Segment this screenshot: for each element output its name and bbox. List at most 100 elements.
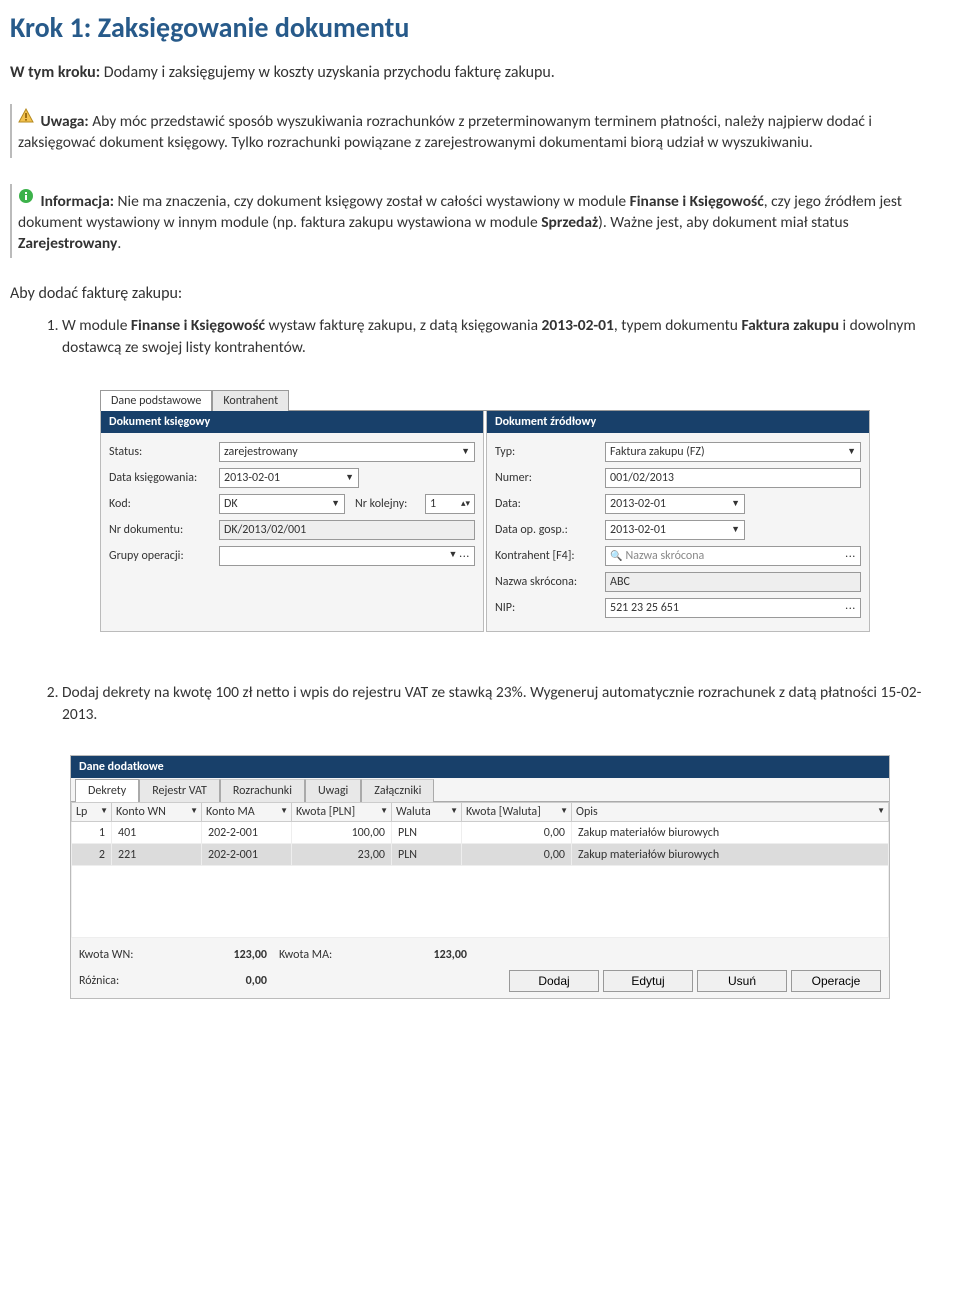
page-title: Krok 1: Zaksięgowanie dokumentu [10,10,940,45]
cell-kwota-waluta: 0,00 [462,822,572,844]
nip-label: NIP: [495,601,605,615]
panel-head-left: Dokument księgowy [101,411,483,433]
roznica-label: Różnica: [79,974,169,988]
nip-field[interactable]: 521 23 25 651··· [605,598,861,618]
numer-value: 001/02/2013 [610,471,674,485]
info-text4: . [117,234,121,253]
cell-ma: 202-2-001 [202,822,292,844]
step-2: Dodaj dekrety na kwotę 100 zł netto i wp… [62,682,940,725]
col-lp[interactable]: Lp▼ [72,803,112,822]
typ-dropdown[interactable]: Faktura zakupu (FZ) ▼ [605,442,861,462]
chevron-down-icon: ▼ [560,806,568,816]
table-row[interactable]: 1 401 202-2-001 100,00 PLN 0,00 Zakup ma… [72,822,889,844]
tab-uwagi[interactable]: Uwagi [305,779,361,802]
usun-button[interactable]: Usuń [697,970,787,992]
chevron-down-icon: ▼ [450,806,458,816]
kontrahent-lookup[interactable]: 🔍Nazwa skrócona ··· [605,546,861,566]
nr-kolejny-stepper[interactable]: 1▴▾ [425,494,475,514]
chevron-down-icon: ▼ [731,524,740,535]
data-op-gosp-picker[interactable]: 2013-02-01 ▼ [605,520,745,540]
info-text1: Nie ma znaczenia, czy dokument księgowy … [114,192,630,211]
search-icon: 🔍 [610,549,622,562]
nazwa-skrocona-field: ABC [605,572,861,592]
step1-b2: 2013-02-01 [542,316,614,335]
grid-title: Dane dodatkowe [71,756,889,778]
data-op-gosp-label: Data op. gosp.: [495,523,605,537]
tab-rejestr-vat[interactable]: Rejestr VAT [139,779,220,802]
info-label: Informacja: [41,192,115,211]
subhead: Aby dodać fakturę zakupu: [10,284,940,303]
cell-kwota: 23,00 [292,844,392,866]
col-waluta[interactable]: Waluta▼ [392,803,462,822]
chevron-down-icon: ▼ [877,806,885,816]
status-dropdown[interactable]: zarejestrowany▼ [219,442,475,462]
typ-value: Faktura zakupu (FZ) [610,445,705,459]
col-kwota-waluta[interactable]: Kwota [Waluta]▼ [462,803,572,822]
edytuj-button[interactable]: Edytuj [603,970,693,992]
col-konto-wn[interactable]: Konto WN▼ [112,803,202,822]
data-picker[interactable]: 2013-02-01▼ [605,494,745,514]
nr-kolejny-label: Nr kolejny: [345,497,425,511]
cell-waluta: PLN [392,822,462,844]
kod-dropdown[interactable]: DK▼ [219,494,345,514]
operacje-button[interactable]: Operacje [791,970,881,992]
col-konto-ma[interactable]: Konto MA▼ [202,803,292,822]
step1-b3: Faktura zakupu [741,316,839,335]
nr-kolejny-value: 1 [430,497,436,511]
data-ksiegowania-label: Data księgowania: [109,471,219,485]
tab-kontrahent[interactable]: Kontrahent [212,390,289,411]
info-icon [18,188,34,211]
cell-kwota: 100,00 [292,822,392,844]
col-kwota-pln[interactable]: Kwota [PLN]▼ [292,803,392,822]
numer-label: Numer: [495,471,605,485]
nr-dokumentu-label: Nr dokumentu: [109,523,219,537]
grupy-operacji-picker[interactable]: ▼··· [219,546,475,566]
cell-waluta: PLN [392,844,462,866]
cell-ma: 202-2-001 [202,844,292,866]
roznica-value: 0,00 [169,974,279,988]
typ-label: Typ: [495,445,605,459]
dodaj-button[interactable]: Dodaj [509,970,599,992]
kwota-wn-value: 123,00 [169,948,279,962]
info-b3: Zarejestrowany [18,234,117,253]
nr-dokumentu-value: DK/2013/02/001 [224,523,306,537]
data-op-gosp-value: 2013-02-01 [610,523,666,537]
col-opis[interactable]: Opis▼ [572,803,889,822]
cell-wn: 221 [112,844,202,866]
tab-zalaczniki[interactable]: Załączniki [361,779,434,802]
step1-pre: W module [62,316,131,335]
step1-mid2: , typem dokumentu [614,316,742,335]
kwota-ma-label: Kwota MA: [279,948,369,962]
info-text3: ). Ważne jest, aby dokument miał status [598,213,849,232]
grid-tabs: Dekrety Rejestr VAT Rozrachunki Uwagi Za… [71,778,889,802]
data-label: Data: [495,497,605,511]
warning-icon [18,108,34,131]
tab-dane-podstawowe[interactable]: Dane podstawowe [100,390,212,411]
step-1: W module Finanse i Księgowość wystaw fak… [62,315,940,358]
chevron-down-icon: ▼ [847,446,856,457]
panel-head-right: Dokument źródłowy [487,411,869,433]
screenshot-grid: Dane dodatkowe Dekrety Rejestr VAT Rozra… [70,755,890,999]
chevron-down-icon: ▼ [731,498,740,509]
chevron-down-icon: ▼··· [449,549,471,562]
status-label: Status: [109,445,219,459]
data-ksiegowania-value: 2013-02-01 [224,471,280,485]
ellipsis-icon: ··· [845,549,856,562]
numer-field[interactable]: 001/02/2013 [605,468,861,488]
intro-prefix: W tym kroku: [10,63,100,82]
kontrahent-placeholder: Nazwa skrócona [625,549,704,563]
panel-dokument-zrodlowy: Dokument źródłowy Typ: Faktura zakupu (F… [486,411,870,632]
data-ksiegowania-picker[interactable]: 2013-02-01▼ [219,468,359,488]
tab-dekrety[interactable]: Dekrety [75,779,139,802]
kontrahent-label: Kontrahent [F4]: [495,549,605,563]
ellipsis-icon: ··· [845,601,856,614]
grupy-operacji-label: Grupy operacji: [109,549,219,563]
nazwa-skrocona-value: ABC [610,575,630,589]
warning-label: Uwaga: [41,112,89,131]
nazwa-skrocona-label: Nazwa skrócona: [495,575,605,589]
cell-opis: Zakup materiałów biurowych [572,844,889,866]
chevron-down-icon: ▼ [280,806,288,816]
tab-rozrachunki[interactable]: Rozrachunki [220,779,305,802]
chevron-down-icon: ▼ [380,806,388,816]
table-row[interactable]: 2 221 202-2-001 23,00 PLN 0,00 Zakup mat… [72,844,889,866]
